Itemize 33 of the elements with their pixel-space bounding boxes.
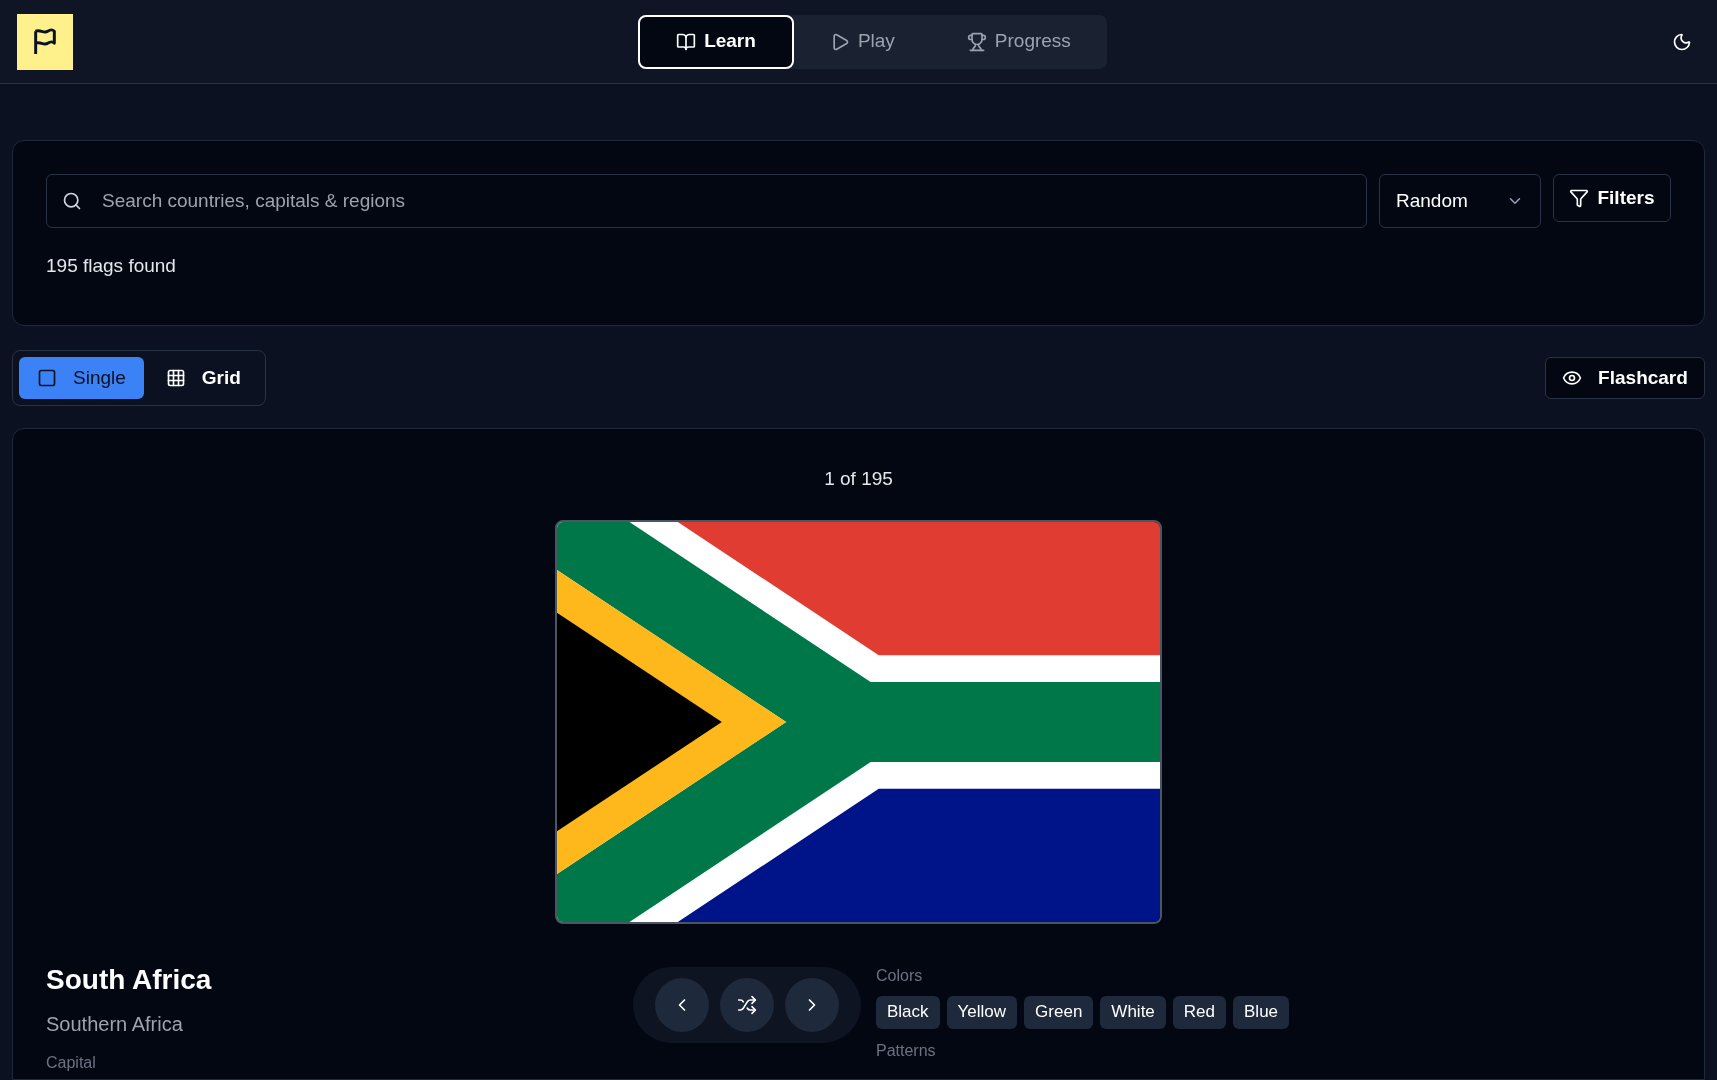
country-name: South Africa — [46, 962, 212, 997]
moon-icon[interactable] — [1672, 31, 1692, 52]
filters-button[interactable]: Filters — [1553, 174, 1671, 222]
nav-tab[interactable]: Learn — [638, 14, 794, 69]
nav-tab[interactable]: Progress — [930, 14, 1107, 69]
color-tag: Blue — [1233, 995, 1290, 1029]
color-tag: White — [1100, 995, 1166, 1029]
color-tag: Yellow — [946, 995, 1018, 1029]
filter-icon — [1569, 188, 1590, 208]
shuffle-icon — [737, 995, 757, 1015]
sort-dropdown[interactable]: Random — [1379, 174, 1541, 228]
patterns-label: Patterns — [876, 1040, 936, 1061]
flag-logo[interactable] — [17, 13, 73, 70]
search-field[interactable]: Search countries, capitals & regions — [46, 174, 1367, 228]
view-mode-tab[interactable]: Grid — [147, 357, 259, 399]
nav-tab[interactable]: Play — [793, 14, 931, 69]
eye-icon — [1562, 368, 1583, 388]
capital-label: Capital — [46, 1052, 96, 1073]
color-tag: Green — [1024, 995, 1094, 1029]
trophy-icon — [966, 31, 987, 52]
view-mode-tab[interactable]: Single — [19, 357, 144, 399]
region-name: Southern Africa — [46, 1011, 183, 1037]
square-icon — [37, 368, 57, 388]
color-tag: Red — [1172, 995, 1226, 1029]
colors-label: Colors — [876, 965, 923, 986]
color-tag: Black — [876, 995, 940, 1029]
search-icon — [62, 191, 82, 211]
book-icon — [676, 31, 697, 52]
grid-icon — [165, 368, 186, 388]
flashcard-button[interactable]: Flashcard — [1545, 357, 1705, 399]
flag-position: 1 of 195 — [824, 467, 893, 491]
result-count: 195 flags found — [46, 254, 177, 278]
shuffle-button[interactable] — [720, 978, 774, 1032]
